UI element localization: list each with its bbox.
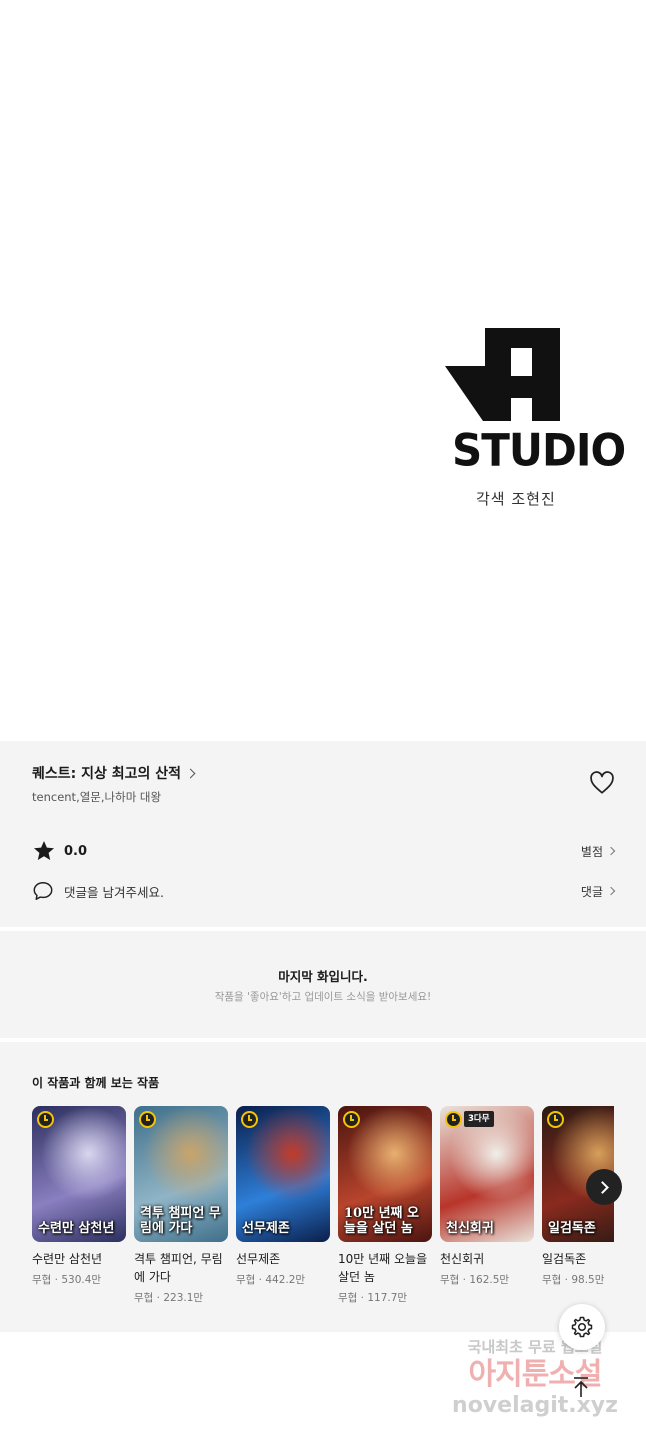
comment-prompt: 댓글을 남겨주세요.	[64, 884, 164, 900]
recommendations-carousel[interactable]: 수련만 삼천년 수련만 삼천년 무협 · 530.4만 격투 챔피언 무림에 가다 격투…	[32, 1106, 614, 1316]
carousel-next-button[interactable]	[586, 1169, 622, 1205]
cover-title: 일검독존	[548, 1220, 596, 1236]
site-watermark: 국내최초 무료 웹소설 아지툰소설 novelagit.xyz	[440, 1336, 630, 1436]
episode-end-image: STUDIO 각색 조현진	[0, 0, 646, 741]
free-episodes-badge: 3다무	[464, 1111, 494, 1127]
recommendation-card[interactable]: 격투 챔피언 무림에 가다격투 챔피언, 무림에 가다무협 · 223.1만	[134, 1106, 228, 1305]
cover-title: 10만 년째 오늘을 살던 놈	[344, 1206, 419, 1236]
watermark-line2: 아지툰소설	[468, 1357, 603, 1392]
clock-icon	[547, 1111, 564, 1128]
watermark-line3: novelagit.xyz	[452, 1393, 618, 1418]
heart-icon[interactable]	[589, 771, 615, 795]
card-meta: 무협 · 162.5만	[440, 1274, 510, 1286]
recommendation-card[interactable]: 선무제존 선무제존 무협 · 442.2만	[236, 1106, 330, 1287]
cover-thumbnail[interactable]: 격투 챔피언 무림에 가다	[134, 1106, 228, 1242]
cover-thumbnail[interactable]: 선무제존	[236, 1106, 330, 1242]
comments-link-label: 댓글	[580, 884, 603, 899]
last-episode-notice: 마지막 화입니다. 작품을 '좋아요'하고 업데이트 소식을 받아보세요!	[0, 931, 646, 1038]
clock-icon	[37, 1111, 54, 1128]
star-icon	[34, 841, 54, 860]
scroll-top-button[interactable]	[566, 1372, 596, 1402]
series-title: 퀘스트: 지상 최고의 산적	[32, 766, 182, 782]
cover-thumbnail[interactable]: 3다무천신회귀	[440, 1106, 534, 1242]
series-authors: tencent,열문,나하마 대왕	[32, 790, 162, 804]
chevron-right-icon	[185, 768, 196, 778]
card-title: 천신회귀	[440, 1252, 485, 1266]
recommendation-card[interactable]: 수련만 삼천년 수련만 삼천년 무협 · 530.4만	[32, 1106, 126, 1287]
clock-icon	[445, 1111, 462, 1128]
last-episode-subtitle: 작품을 '좋아요'하고 업데이트 소식을 받아보세요!	[214, 991, 432, 1003]
clock-icon	[343, 1111, 360, 1128]
chevron-right-icon	[596, 1180, 609, 1194]
card-meta: 무협 · 530.4만	[32, 1274, 102, 1286]
gear-icon	[571, 1316, 593, 1338]
card-title: 수련만 삼천년	[32, 1252, 103, 1266]
arrow-up-icon	[574, 1377, 588, 1397]
chevron-right-icon	[606, 846, 616, 856]
cover-title: 수련만 삼천년	[38, 1220, 115, 1236]
card-meta: 무협 · 223.1만	[134, 1292, 204, 1304]
rating-row: 0.0 별점	[32, 839, 616, 863]
recommendation-card[interactable]: 3다무 천신회귀 천신회귀 무협 · 162.5만	[440, 1106, 534, 1287]
card-meta: 무협 · 117.7만	[338, 1292, 408, 1304]
comment-row[interactable]: 댓글을 남겨주세요. 댓글	[32, 879, 616, 903]
cover-thumbnail[interactable]: 수련만 삼천년	[32, 1106, 126, 1242]
recommendations-heading: 이 작품과 함께 보는 작품	[32, 1076, 160, 1090]
comments-link[interactable]: 댓글	[580, 883, 616, 900]
adaptation-credit: 각색 조현진	[476, 490, 556, 508]
cover-title: 선무제존	[242, 1220, 290, 1236]
settings-button[interactable]	[559, 1304, 605, 1350]
rating-value: 0.0	[64, 843, 88, 859]
card-meta: 무협 · 98.5만	[542, 1274, 605, 1286]
rate-link-label: 별점	[580, 844, 603, 859]
speech-bubble-icon	[33, 882, 53, 900]
card-meta: 무협 · 442.2만	[236, 1274, 306, 1286]
card-title: 10만 년째 오늘을 살던 놈	[338, 1252, 428, 1284]
recommendation-card[interactable]: 10만 년째 오늘을 살던 놈 10만 년째 오늘을 살던 놈무협 · 117.7…	[338, 1106, 432, 1305]
clock-icon	[241, 1111, 258, 1128]
recommendations-panel: 이 작품과 함께 보는 작품 수련만 삼천년 수련만 삼천년 무협 · 530.4만…	[0, 1042, 646, 1332]
card-title: 일검독존	[542, 1252, 587, 1266]
card-title: 격투 챔피언, 무림에 가다	[134, 1252, 223, 1284]
series-title-link[interactable]: 퀘스트: 지상 최고의 산적	[32, 763, 196, 783]
clock-icon	[139, 1111, 156, 1128]
card-title: 선무제존	[236, 1252, 281, 1266]
studio-wordmark: STUDIO	[452, 424, 626, 477]
cover-title: 천신회귀	[446, 1220, 494, 1236]
last-episode-title: 마지막 화입니다.	[278, 969, 368, 984]
chevron-right-icon	[606, 886, 616, 896]
cover-thumbnail[interactable]: 10만 년째 오늘을 살던 놈	[338, 1106, 432, 1242]
series-info-panel: 퀘스트: 지상 최고의 산적 tencent,열문,나하마 대왕 0.0 별점 …	[0, 741, 646, 927]
cover-title: 격투 챔피언 무림에 가다	[140, 1206, 221, 1236]
rate-link[interactable]: 별점	[580, 843, 616, 860]
